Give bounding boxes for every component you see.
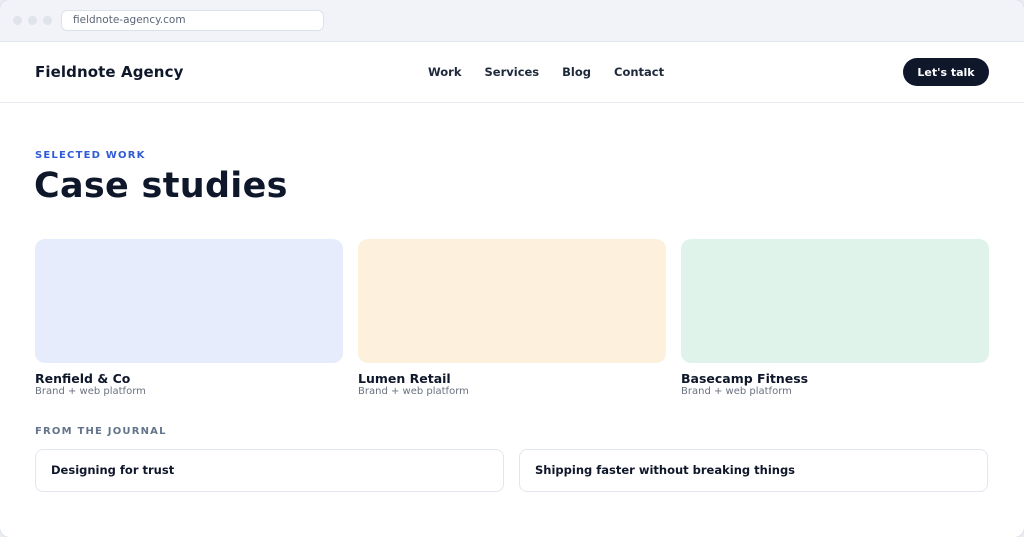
case-card-lumen[interactable]: Lumen Retail Brand + web platform [358,239,666,398]
journal-label: FROM THE JOURNAL [35,426,167,437]
case-card-title: Renfield & Co [35,371,131,386]
case-card-subtitle: Brand + web platform [35,386,146,397]
close-dot-icon[interactable] [13,16,22,25]
case-card-renfield[interactable]: Renfield & Co Brand + web platform [35,239,343,398]
nav-services[interactable]: Services [485,65,540,79]
site-header: Fieldnote Agency Work Services Blog Cont… [0,42,1024,103]
section-eyebrow: SELECTED WORK [35,150,146,161]
journal-posts: Designing for trust Shipping faster with… [35,449,988,492]
browser-window: fieldnote-agency.com Fieldnote Agency Wo… [0,0,1024,537]
case-card-title: Basecamp Fitness [681,371,809,386]
case-card-image[interactable] [358,239,666,363]
journal-post-card[interactable]: Designing for trust [35,449,504,492]
case-card-image[interactable] [681,239,989,363]
nav-blog[interactable]: Blog [562,65,591,79]
main-nav: Work Services Blog Contact [428,65,687,79]
nav-work[interactable]: Work [428,65,462,79]
case-card-title: Lumen Retail [358,371,451,386]
nav-contact[interactable]: Contact [614,65,664,79]
address-bar[interactable]: fieldnote-agency.com [61,10,324,31]
minimize-dot-icon[interactable] [28,16,37,25]
browser-chrome: fieldnote-agency.com [0,0,1024,42]
window-controls [13,16,52,25]
case-card-image[interactable] [35,239,343,363]
brand-logo[interactable]: Fieldnote Agency [35,63,183,81]
case-card-subtitle: Brand + web platform [358,386,469,397]
case-card-subtitle: Brand + web platform [681,386,792,397]
lets-talk-button[interactable]: Let's talk [903,58,989,86]
journal-post-card[interactable]: Shipping faster without breaking things [519,449,988,492]
maximize-dot-icon[interactable] [43,16,52,25]
case-card-basecamp[interactable]: Basecamp Fitness Brand + web platform [681,239,989,398]
case-study-grid: Renfield & Co Brand + web platform Lumen… [35,239,989,398]
page-title: Case studies [34,166,288,206]
